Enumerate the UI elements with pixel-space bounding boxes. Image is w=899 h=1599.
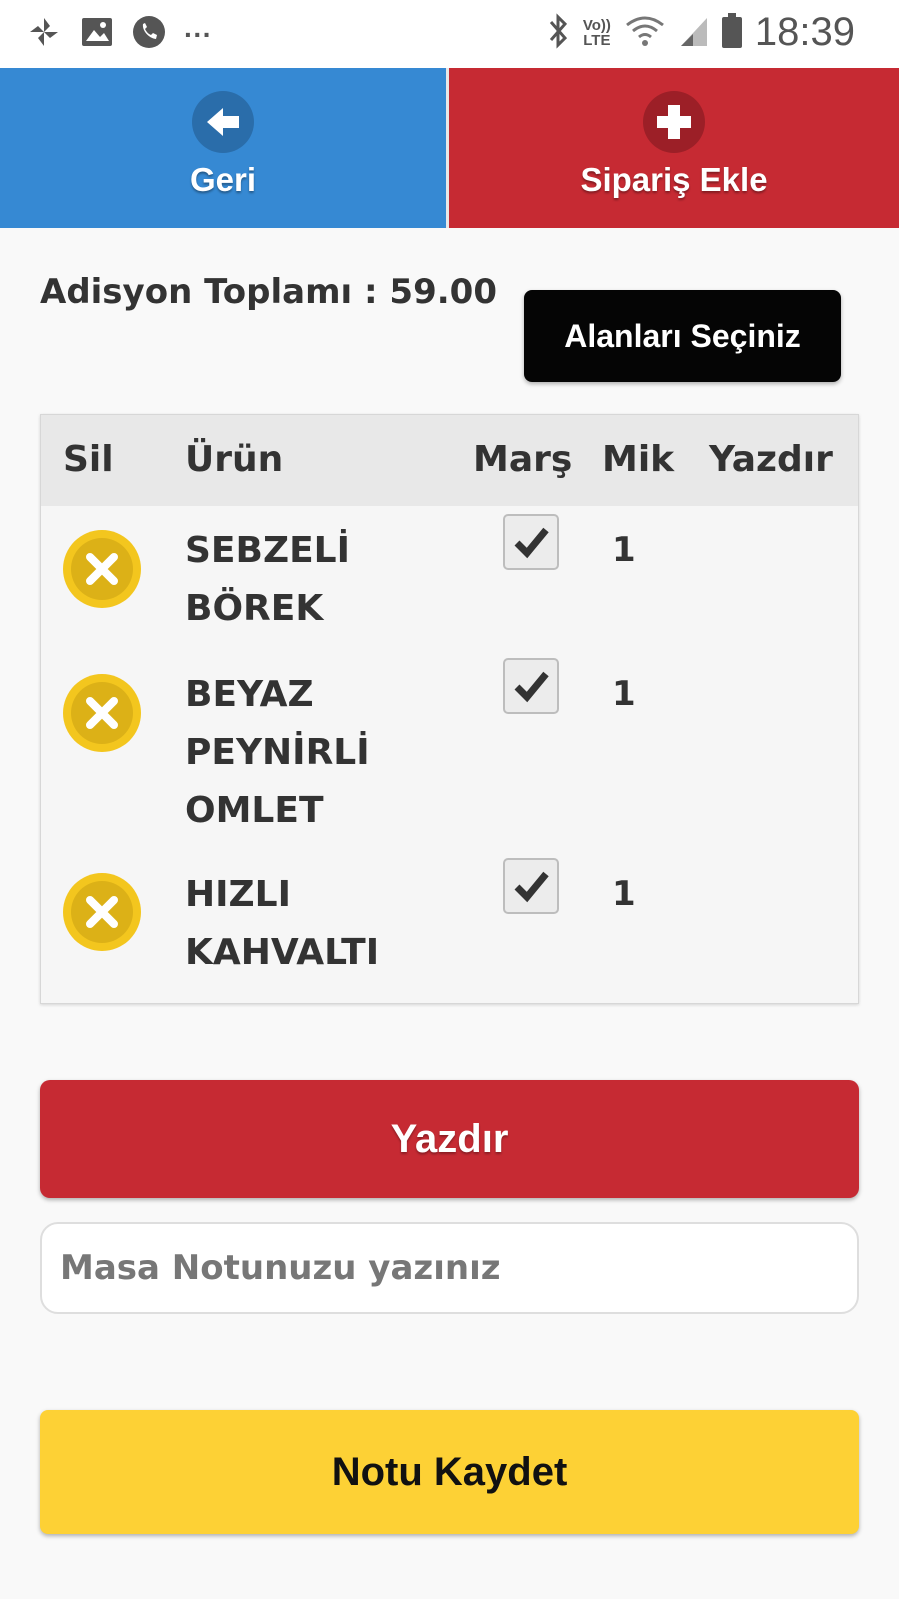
- wifi-icon: [623, 13, 667, 53]
- table-header: Sil Ürün Marş Mik Yazdır: [41, 415, 858, 506]
- plus-icon: [643, 91, 705, 153]
- image-icon: [80, 16, 114, 52]
- quantity: 1: [612, 674, 636, 714]
- header-yazdir: Yazdır: [709, 439, 833, 480]
- order-table: Sil Ürün Marş Mik Yazdır SEBZELİ BÖREK 1…: [40, 414, 859, 1004]
- add-order-button[interactable]: Sipariş Ekle: [449, 68, 899, 228]
- header-mars: Marş: [473, 439, 573, 480]
- header-urun: Ürün: [185, 439, 284, 480]
- checkmark-icon: [514, 871, 549, 903]
- top-action-bar: Geri Sipariş Ekle: [0, 68, 899, 228]
- lte-label: LTE: [583, 31, 611, 49]
- product-name: HIZLI KAHVALTI: [185, 874, 380, 973]
- header-mik: Mik: [602, 439, 675, 480]
- bluetooth-icon: [547, 12, 571, 54]
- network-type: Vo)) LTE: [583, 18, 611, 48]
- delete-item-button[interactable]: [63, 530, 141, 608]
- mars-checkbox[interactable]: [503, 858, 559, 914]
- checkmark-icon: [514, 671, 549, 703]
- arrow-left-icon: [192, 91, 254, 153]
- table-row: BEYAZ PEYNİRLİ OMLET 1: [41, 656, 858, 856]
- clock: 18:39: [754, 10, 855, 54]
- status-bar: ··· Vo)) LTE 18:39: [0, 0, 899, 68]
- close-icon: [71, 682, 133, 744]
- table-note-input[interactable]: [40, 1222, 859, 1314]
- close-icon: [71, 881, 133, 943]
- header-sil: Sil: [63, 439, 114, 480]
- quantity: 1: [612, 530, 636, 570]
- table-row: HIZLI KAHVALTI 1: [41, 856, 858, 1004]
- pinwheel-icon: [26, 14, 62, 54]
- table-row: SEBZELİ BÖREK 1: [41, 506, 858, 656]
- status-left: ···: [26, 14, 212, 54]
- status-right: Vo)) LTE 18:39: [547, 10, 855, 55]
- mars-checkbox[interactable]: [503, 658, 559, 714]
- print-button[interactable]: Yazdır: [40, 1080, 859, 1198]
- product-name: BEYAZ PEYNİRLİ OMLET: [185, 674, 370, 831]
- checkmark-icon: [514, 527, 549, 559]
- product-name: SEBZELİ BÖREK: [185, 530, 350, 629]
- bill-total: Adisyon Toplamı : 59.00: [40, 272, 497, 312]
- delete-item-button[interactable]: [63, 873, 141, 951]
- back-button[interactable]: Geri: [0, 68, 449, 228]
- add-order-button-label: Sipariş Ekle: [580, 161, 768, 198]
- select-fields-button[interactable]: Alanları Seçiniz: [524, 290, 841, 382]
- volte-label: Vo)): [582, 16, 611, 34]
- save-note-button[interactable]: Notu Kaydet: [40, 1410, 859, 1534]
- back-button-label: Geri: [189, 161, 257, 198]
- quantity: 1: [612, 874, 636, 914]
- close-icon: [71, 538, 133, 600]
- phone-icon: [132, 15, 166, 53]
- delete-item-button[interactable]: [63, 674, 141, 752]
- signal-icon: [679, 14, 709, 52]
- mars-checkbox[interactable]: [503, 514, 559, 570]
- battery-icon: [721, 12, 743, 54]
- more-dots: ···: [184, 18, 212, 50]
